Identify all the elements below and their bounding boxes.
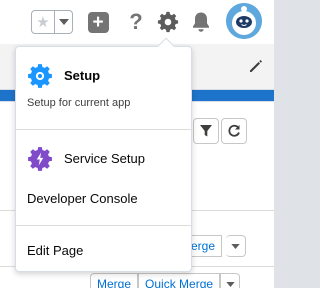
- menu-item-edit-page[interactable]: Edit Page: [16, 237, 191, 265]
- global-actions-button[interactable]: +: [86, 10, 110, 34]
- setup-gear-icon: [28, 64, 52, 88]
- setup-button[interactable]: [156, 10, 180, 34]
- menu-divider: [16, 129, 191, 130]
- setup-menu: Setup Setup for current app Service Setu…: [15, 46, 192, 272]
- favorites-group: ★: [31, 10, 73, 34]
- service-setup-label: Service Setup: [64, 151, 145, 166]
- user-avatar[interactable]: [226, 3, 262, 39]
- developer-console-label: Developer Console: [27, 191, 138, 206]
- notifications-button[interactable]: [189, 10, 213, 34]
- menu-item-service-setup[interactable]: Service Setup: [16, 141, 191, 177]
- filter-button[interactable]: [193, 118, 219, 144]
- refresh-icon: [228, 124, 240, 137]
- star-icon[interactable]: ★: [32, 11, 54, 33]
- help-button[interactable]: ?: [124, 9, 148, 34]
- gear-icon: [157, 11, 179, 33]
- plus-icon: +: [87, 11, 109, 33]
- setup-label: Setup: [64, 68, 101, 83]
- global-header: ★ + ?: [0, 0, 274, 44]
- caret-down-icon: [225, 281, 235, 287]
- menu-divider: [16, 225, 191, 226]
- caret-down-icon: [58, 19, 69, 25]
- favorites-menu-button[interactable]: [54, 11, 72, 33]
- astro-avatar: [226, 3, 262, 39]
- row-actions-2: Merge Quick Merge: [90, 273, 241, 288]
- question-icon: ?: [129, 9, 143, 34]
- row-menu-button[interactable]: [220, 273, 241, 288]
- edit-page-label: Edit Page: [27, 243, 84, 258]
- filter-icon: [200, 125, 212, 137]
- menu-item-developer-console[interactable]: Developer Console: [16, 185, 191, 213]
- merge-button[interactable]: Merge: [90, 273, 139, 288]
- caret-down-icon: [231, 243, 240, 249]
- menu-item-setup[interactable]: Setup Setup for current app: [16, 47, 191, 129]
- row-menu-button[interactable]: [226, 235, 247, 257]
- edit-pencil-icon[interactable]: [247, 57, 265, 75]
- refresh-button[interactable]: [221, 118, 247, 144]
- bell-icon: [193, 12, 209, 32]
- setup-subtitle: Setup for current app: [27, 97, 131, 109]
- service-setup-gear-icon: [28, 147, 52, 171]
- quick-merge-button[interactable]: Quick Merge: [138, 273, 221, 288]
